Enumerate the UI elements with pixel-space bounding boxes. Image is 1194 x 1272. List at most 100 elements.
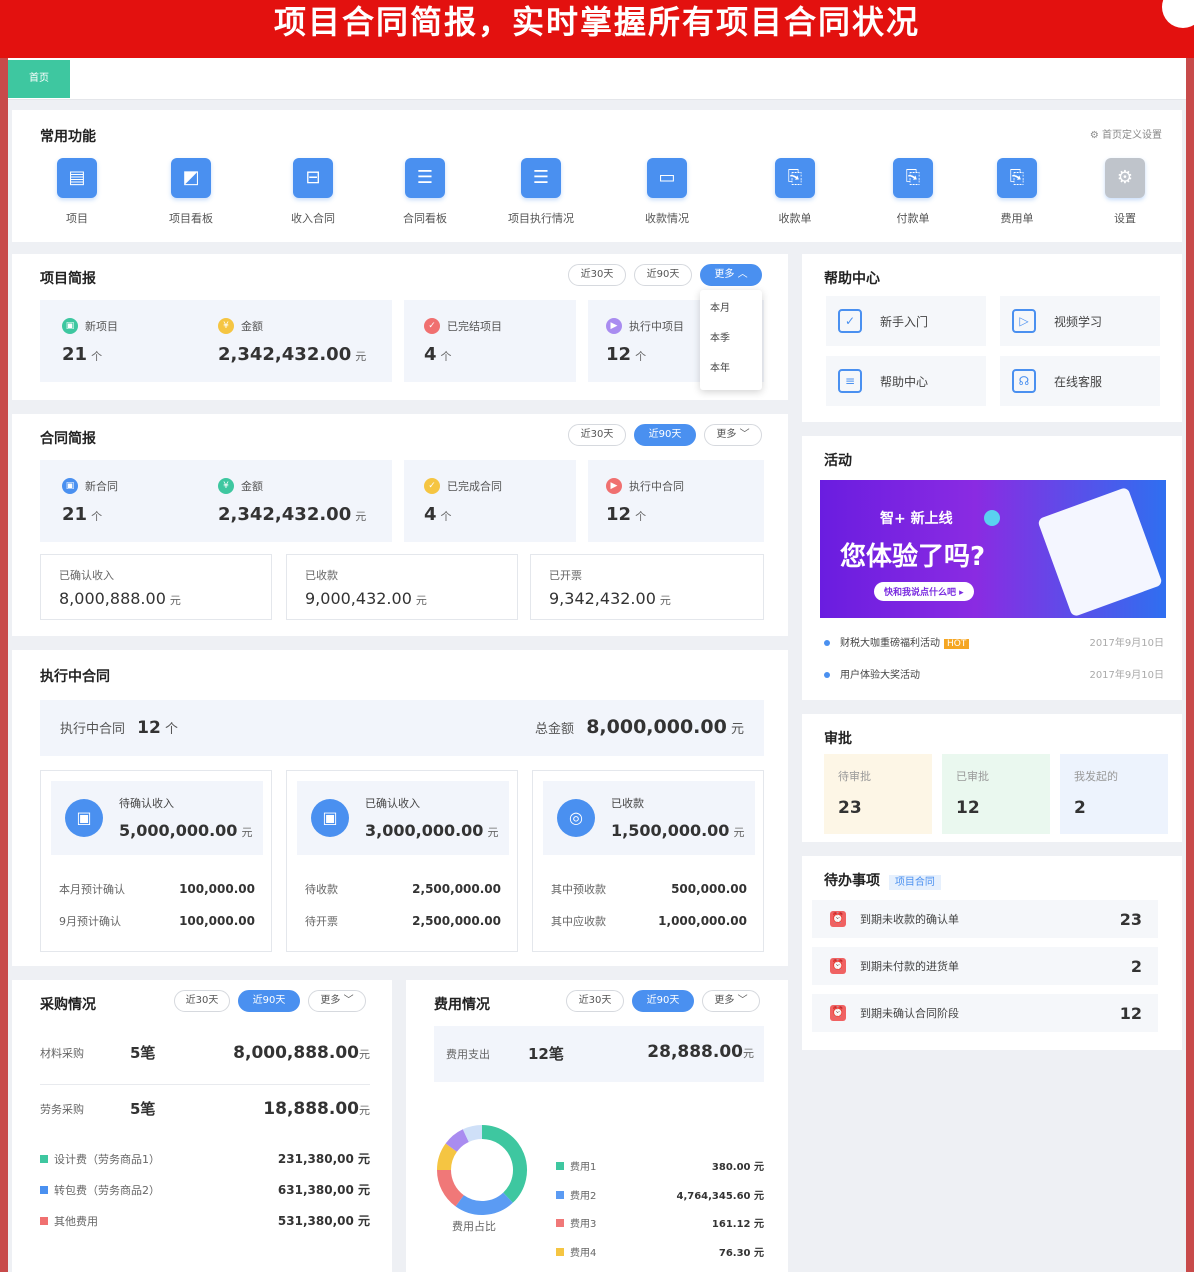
- donut-label: 费用占比: [452, 1220, 496, 1233]
- new-contract-icon: ▣: [62, 478, 78, 494]
- filter-more[interactable]: 更多 ﹀: [704, 424, 762, 446]
- banner-button[interactable]: 快和我说点什么吧 ▸: [874, 582, 974, 601]
- feature-2[interactable]: ◩ 项目看板: [136, 158, 246, 226]
- item-label: 其他费用: [54, 1214, 98, 1228]
- item-value: 631,380,00 元: [277, 1183, 370, 1197]
- approval-3[interactable]: 我发起的 2: [1060, 754, 1168, 834]
- filter-more[interactable]: 更多 ﹀: [308, 990, 366, 1012]
- stat-label-text: 新项目: [85, 320, 118, 333]
- column-amount: 1,500,000.00 元: [611, 821, 744, 840]
- filter-more[interactable]: 更多 ﹀: [702, 990, 760, 1012]
- labor-purchase-row: 劳务采购 5笔 18,888.00元: [40, 1098, 370, 1119]
- feature-8[interactable]: ⎘ 付款单: [858, 158, 968, 226]
- dropdown-month[interactable]: 本月: [700, 294, 762, 324]
- feature-3[interactable]: ⊟ 收入合同: [258, 158, 368, 226]
- banner-tag: 智+ 新上线: [880, 511, 953, 527]
- filter-90d[interactable]: 近90天: [632, 990, 694, 1012]
- receipt-icon: ▣: [311, 799, 349, 837]
- project-brief-title: 项目简报: [40, 271, 96, 287]
- help-item-4[interactable]: ☊ 在线客服: [1000, 356, 1160, 406]
- column-title: 已收款: [611, 797, 644, 810]
- filter-90d[interactable]: 近90天: [238, 990, 300, 1012]
- filter-30d[interactable]: 近30天: [174, 990, 230, 1012]
- donut-slice: [455, 1192, 513, 1215]
- purchase-item: 转包费（劳务商品2） 631,380,00 元: [40, 1181, 370, 1198]
- purchase-card: 采购情况 近30天 近90天 更多 ﹀ 材料采购 5笔 8,000,888.00…: [12, 980, 392, 1272]
- item-value: 161.12 元: [711, 1219, 764, 1230]
- stat-label: ▣ 新合同: [62, 478, 118, 494]
- activity-banner[interactable]: 智+ 新上线 您体验了吗? 快和我说点什么吧 ▸: [820, 480, 1166, 618]
- expense-card: 费用情况 近30天 近90天 更多 ﹀ 费用支出 12笔 28,888.00元 …: [406, 980, 788, 1272]
- approval-1[interactable]: 待审批 23: [824, 754, 932, 834]
- help-item-1[interactable]: ✓ 新手入门: [826, 296, 986, 346]
- alarm-icon: ⏰: [830, 911, 846, 927]
- item-label: 费用4: [570, 1247, 597, 1259]
- stat-label: ✓ 已完结项目: [424, 318, 502, 334]
- todo-item-2[interactable]: ⏰ 到期未付款的进货单 2: [812, 947, 1158, 985]
- column-detail-row: 9月预计确认 100,000.00: [59, 913, 255, 929]
- item-label: 费用2: [570, 1190, 597, 1202]
- feature-4[interactable]: ☰ 合同看板: [370, 158, 480, 226]
- filter-30d[interactable]: 近30天: [568, 424, 626, 446]
- feature-7[interactable]: ⎘ 收款单: [740, 158, 850, 226]
- help-item-3[interactable]: ≡ 帮助中心: [826, 356, 986, 406]
- todo-tag[interactable]: 项目合同: [888, 875, 941, 890]
- amount-unit: 元: [743, 1047, 754, 1060]
- dropdown-year[interactable]: 本年: [700, 354, 762, 384]
- feature-6[interactable]: ▭ 收款情况: [612, 158, 722, 226]
- donut-slice: [437, 1169, 465, 1207]
- filter-90d[interactable]: 近90天: [634, 264, 692, 286]
- filter-more[interactable]: 更多 ︿: [700, 264, 762, 286]
- dropdown-quarter[interactable]: 本季: [700, 324, 762, 354]
- news-item[interactable]: 财税大咖重磅福利活动 HOT 2017年9月10日: [824, 634, 1164, 649]
- stat-new-project: ▣ 新项目 21 个 ¥ 金额 2,342,432.00 元: [40, 300, 392, 382]
- help-label: 在线客服: [1054, 374, 1103, 389]
- item-label-wrap: 费用4: [556, 1244, 596, 1259]
- activity-title: 活动: [824, 453, 852, 469]
- stat-unit: 个: [635, 510, 647, 523]
- stat-value: 12 个: [606, 344, 646, 365]
- tab-home[interactable]: 首页: [8, 60, 70, 98]
- homepage-settings-link[interactable]: ⚙ 首页定义设置: [1090, 126, 1162, 141]
- feature-10[interactable]: ⚙ 设置: [1070, 158, 1180, 226]
- feature-5[interactable]: ☰ 项目执行情况: [486, 158, 596, 226]
- gear-icon: ⚙: [1089, 130, 1102, 141]
- purchase-item: 其他费用 531,380,00 元: [40, 1212, 370, 1229]
- detail-value: 100,000.00: [179, 914, 255, 928]
- settings-link-label: 首页定义设置: [1102, 130, 1162, 141]
- folder-icon: ▤: [57, 158, 97, 198]
- help-item-2[interactable]: ▷ 视频学习: [1000, 296, 1160, 346]
- total-number: 9,000,432.00: [305, 589, 412, 608]
- filter-30d[interactable]: 近30天: [568, 264, 626, 286]
- stat-number: 2,342,432.00: [218, 344, 352, 365]
- stat-unit: 元: [355, 510, 367, 523]
- feature-label: 收款单: [778, 212, 812, 225]
- stat-value: 4个: [424, 344, 452, 365]
- filter-90d[interactable]: 近90天: [634, 424, 696, 446]
- donut-slice: [445, 1129, 470, 1153]
- total-label: 已确认收入: [59, 569, 114, 582]
- bullet-icon: [824, 672, 830, 678]
- stat-label: ¥ 金额: [218, 478, 263, 494]
- filter-30d[interactable]: 近30天: [566, 990, 624, 1012]
- column-amount: 3,000,000.00 元: [365, 821, 498, 840]
- expense-legend-item: 费用4 76.30 元: [556, 1244, 764, 1259]
- hot-badge: HOT: [944, 639, 970, 649]
- item-label-wrap: 费用2: [556, 1187, 596, 1202]
- news-item[interactable]: 用户体验大奖活动 2017年9月10日: [824, 666, 1164, 681]
- feature-9[interactable]: ⎘ 费用单: [962, 158, 1072, 226]
- executing-count: 执行中合同 12 个: [60, 718, 178, 738]
- total-confirmed-income: 已确认收入 8,000,888.00 元: [40, 554, 272, 620]
- filter-more-label: 更多: [714, 269, 735, 280]
- todo-item-3[interactable]: ⏰ 到期未确认合同阶段 12: [812, 994, 1158, 1032]
- material-purchase-row: 材料采购 5笔 8,000,888.00元: [40, 1042, 370, 1063]
- news-text-wrap: 财税大咖重磅福利活动 HOT: [824, 634, 970, 649]
- approval-2[interactable]: 已审批 12: [942, 754, 1050, 834]
- total-number: 8,000,000.00: [586, 716, 727, 738]
- item-value: 76.30 元: [718, 1247, 764, 1259]
- detail-value: 100,000.00: [179, 882, 255, 896]
- feature-1[interactable]: ▤ 项目: [22, 158, 132, 226]
- running-icon: ▶: [606, 318, 622, 334]
- stat-label: ▣ 新项目: [62, 318, 118, 334]
- todo-item-1[interactable]: ⏰ 到期未收款的确认单 23: [812, 900, 1158, 938]
